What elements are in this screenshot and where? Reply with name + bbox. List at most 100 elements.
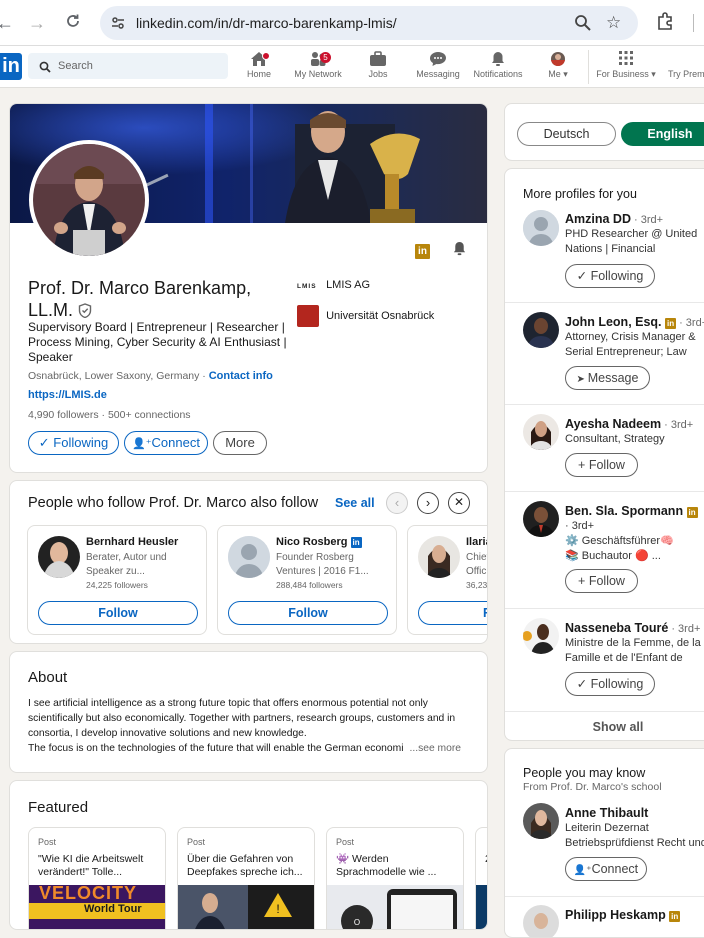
plus-icon: +	[578, 574, 589, 588]
dismiss-button[interactable]: ✕	[448, 492, 470, 514]
contact-info-link[interactable]: Contact info	[209, 370, 273, 382]
company-row[interactable]: LMIS LMIS AG	[297, 279, 370, 294]
university-logo-icon	[297, 305, 319, 327]
carousel-next-button[interactable]: ›	[417, 492, 439, 514]
connection-degree: · 3rd+	[630, 214, 664, 226]
message-button[interactable]: ➤ Message	[565, 366, 650, 390]
post-title: "Wie KI die Arbeitswelt verändert!" Toll…	[38, 853, 144, 878]
also-follow-card: People who follow Prof. Dr. Marco also f…	[9, 480, 488, 644]
avatar[interactable]	[523, 803, 559, 839]
profile-name: Ayesha Nadeem	[565, 417, 662, 431]
university-row[interactable]: Universität Osnabrück	[297, 305, 434, 327]
profile-name-row[interactable]: Ben. Sla. Spormann in	[565, 504, 698, 518]
linkedin-icon: in	[350, 537, 362, 548]
following-button[interactable]: ✓ Following	[565, 672, 655, 696]
bell-icon	[466, 51, 530, 69]
profile-name-row[interactable]: Nasseneba Touré · 3rd+	[565, 621, 700, 635]
connect-label: Connect	[151, 435, 200, 450]
nav-jobs[interactable]: Jobs	[346, 51, 410, 79]
avatar[interactable]	[523, 905, 559, 937]
divider	[505, 302, 704, 303]
connections-count[interactable]: · 500+ connections	[99, 409, 191, 421]
extensions-icon[interactable]	[656, 12, 674, 35]
profile-card: in Prof. Dr. Marco Barenkamp, LL.M. Supe…	[9, 103, 488, 473]
avatar[interactable]	[523, 501, 559, 537]
profile-name[interactable]: Anne Thibault	[565, 806, 648, 820]
avatar[interactable]	[523, 210, 559, 246]
featured-post[interactable]: Post Über die Gefahren von Deepfakes spr…	[177, 827, 315, 929]
carousel-prev-button[interactable]: ‹	[386, 492, 408, 514]
follow-button[interactable]: Fo	[418, 601, 487, 625]
post-title: Über die Gefahren von Deepfakes spreche …	[187, 853, 303, 878]
about-text-truncated: The focus is on the technologies of the …	[28, 743, 404, 754]
bell-icon[interactable]	[452, 241, 467, 261]
profile-name: Ben. Sla. Spormann	[565, 504, 684, 518]
english-button[interactable]: English	[621, 122, 704, 146]
website-link[interactable]: https://LMIS.de	[28, 389, 107, 401]
post-image: !	[178, 885, 314, 929]
back-arrow-icon[interactable]: ←	[0, 12, 16, 34]
suggested-card[interactable]: Bernhard Heusler Berater, Autor und Spea…	[27, 525, 207, 635]
see-more-link[interactable]: ...see more	[410, 743, 462, 754]
nav-home[interactable]: Home	[227, 51, 291, 79]
divider	[505, 404, 704, 405]
nav-messaging-label: Messaging	[416, 69, 460, 79]
nav-home-label: Home	[246, 69, 271, 79]
featured-post[interactable]: Post 👾 Werden Sprachmodelle wie ... O	[326, 827, 464, 929]
avatar[interactable]	[523, 618, 559, 654]
message-label: Message	[587, 371, 639, 385]
more-button[interactable]: More	[213, 431, 267, 455]
zoom-icon[interactable]	[574, 14, 592, 37]
url-text: linkedin.com/in/dr-marco-barenkamp-lmis/	[136, 15, 397, 31]
close-icon: ✕	[453, 495, 465, 509]
follow-button[interactable]: Follow	[228, 601, 388, 625]
suggested-followers: 288,484 followers	[276, 580, 343, 590]
deutsch-button[interactable]: Deutsch	[517, 122, 616, 146]
suggested-followers: 36,23	[466, 580, 488, 590]
divider	[505, 491, 704, 492]
linkedin-logo[interactable]: in	[0, 53, 22, 80]
nav-me[interactable]: Me ▾	[526, 51, 590, 80]
followers-count[interactable]: 4,990 followers	[28, 409, 99, 421]
nav-try-premium[interactable]: Try Prem	[668, 69, 704, 79]
profile-photo[interactable]	[29, 140, 149, 260]
address-bar[interactable]: linkedin.com/in/dr-marco-barenkamp-lmis/…	[100, 6, 638, 40]
follow-button[interactable]: + Follow	[565, 569, 638, 593]
reload-icon[interactable]	[62, 12, 84, 34]
follow-button[interactable]: Follow	[38, 601, 198, 625]
profile-name-row[interactable]: John Leon, Esq. in · 3rd+	[565, 315, 704, 329]
connect-label: Connect	[591, 862, 639, 876]
connect-button[interactable]: 👤⁺Connect	[124, 431, 208, 455]
see-all-link[interactable]: See all	[335, 496, 375, 510]
may-know-card: People you may know From Prof. Dr. Marco…	[504, 748, 704, 938]
nav-messaging[interactable]: Messaging	[406, 51, 470, 79]
send-icon: ➤	[576, 374, 588, 385]
suggested-card[interactable]: Nico Rosberg in Founder Rosberg Ventures…	[217, 525, 397, 635]
forward-arrow-icon[interactable]: →	[26, 12, 48, 34]
suggested-card[interactable]: Ilaria Chief Offic 36,23 Fo	[407, 525, 488, 635]
following-button[interactable]: ✓ Following	[565, 264, 655, 288]
avatar[interactable]	[523, 414, 559, 450]
divider	[505, 896, 704, 897]
profile-name-row[interactable]: Philipp Heskamp in	[565, 908, 681, 922]
site-info-icon[interactable]	[110, 15, 126, 36]
connect-button[interactable]: 👤⁺Connect	[565, 857, 647, 881]
nav-notifications[interactable]: Notifications	[466, 51, 530, 79]
featured-post[interactable]: Post "Wie KI die Arbeitswelt verändert!"…	[28, 827, 166, 929]
profile-name-row[interactable]: Ayesha Nadeem · 3rd+	[565, 417, 693, 431]
bookmark-star-icon[interactable]: ☆	[606, 13, 621, 33]
suggested-headline: Chief Offic	[466, 552, 488, 577]
linkedin-premium-icon: in	[415, 241, 430, 259]
show-all-button[interactable]: Show all	[505, 720, 704, 734]
nav-my-network[interactable]: 5 My Network	[286, 51, 350, 79]
featured-post[interactable]: 2	[475, 827, 487, 929]
avatar[interactable]	[523, 312, 559, 348]
following-button[interactable]: ✓ Following	[28, 431, 119, 455]
follow-button[interactable]: + Follow	[565, 453, 638, 477]
grid-apps-icon	[594, 51, 658, 69]
nav-for-business[interactable]: For Business ▾	[594, 51, 658, 80]
search-input[interactable]: Search	[28, 53, 228, 79]
profile-name-row[interactable]: Amzina DD · 3rd+	[565, 212, 663, 226]
suggested-name: Nico Rosberg	[276, 536, 348, 548]
about-title: About	[28, 669, 68, 686]
